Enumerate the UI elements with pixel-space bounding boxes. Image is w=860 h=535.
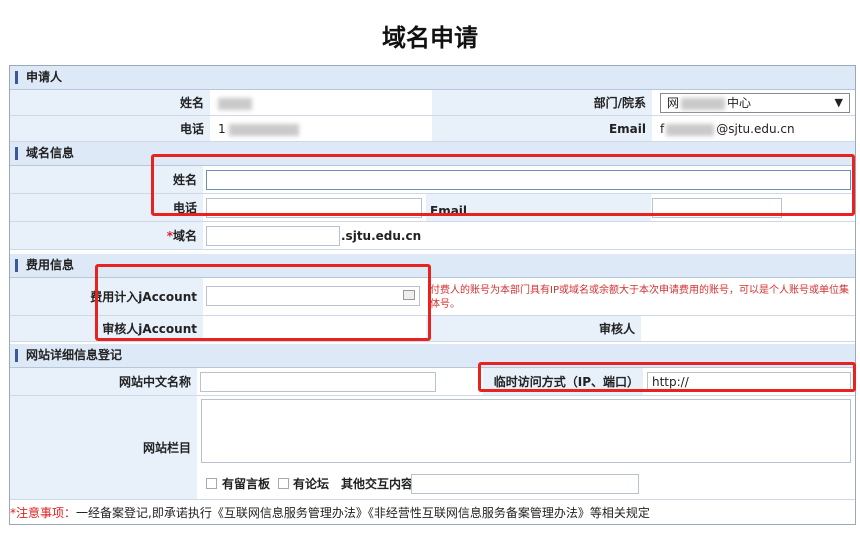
forum-label: 有论坛: [293, 477, 330, 491]
dept-select[interactable]: 网中心 ▼: [660, 93, 850, 113]
applicant-email-value: f @sjtu.edu.cn: [652, 116, 855, 142]
applicant-name-value: ż: [210, 90, 432, 116]
applicant-phone-value: 1: [210, 116, 432, 142]
section-applicant-title: 申请人: [26, 70, 63, 84]
other-interaction-input[interactable]: [411, 474, 639, 494]
highlight-box-temp-access: [478, 362, 856, 392]
footer-note: *注意事项：一经备案登记,即承诺执行《互联网信息服务管理办法》《非经营性互联网信…: [10, 506, 650, 520]
reviewer-value: [641, 316, 855, 342]
site-columns-cell: [197, 396, 855, 468]
applicant-dept-label: 部门/院系: [432, 90, 652, 116]
section-fee-title: 费用信息: [26, 258, 75, 272]
section-applicant: 申请人: [10, 66, 855, 90]
highlight-box-fee-account: [95, 264, 431, 341]
other-interaction-label: 其他交互内容: [341, 477, 414, 491]
section-site-title: 网站详细信息登记: [26, 348, 123, 362]
section-domain-title: 域名信息: [26, 146, 75, 160]
page-title: 域名申请: [382, 24, 478, 52]
domain-suffix: .sjtu.edu.cn: [341, 229, 422, 243]
site-interaction-row: 有留言板 有论坛 其他交互内容: [197, 468, 855, 500]
guestbook-checkbox[interactable]: [206, 478, 217, 489]
domain-input[interactable]: [206, 226, 340, 246]
chevron-down-icon: ▼: [834, 96, 843, 109]
highlight-box-domain-contact: [151, 154, 855, 216]
site-cn-name-label: 网站中文名称: [10, 368, 197, 396]
applicant-email-label: Email: [432, 116, 652, 142]
applicant-phone-label: 电话: [10, 116, 210, 142]
fee-note-cell: 付费人的账号为本部门具有IP或域名或余额大于本次申请费用的账号，可以是个人账号或…: [426, 278, 855, 316]
fee-note: 付费人的账号为本部门具有IP或域名或余额大于本次申请费用的账号，可以是个人账号或…: [430, 285, 849, 310]
guestbook-label: 有留言板: [222, 477, 271, 491]
applicant-name-label: 姓名: [10, 90, 210, 116]
reviewer-label: 审核人: [426, 316, 641, 342]
redacted-phone: [228, 123, 299, 136]
domain-cell: .sjtu.edu.cn: [203, 222, 855, 250]
redacted-dept: [681, 97, 726, 110]
redacted-email: [666, 123, 715, 136]
site-columns-label: 网站栏目: [10, 396, 197, 500]
site-cn-name-cell: [197, 368, 483, 396]
site-columns-textarea[interactable]: [201, 399, 851, 463]
domain-label: *域名: [10, 222, 203, 250]
applicant-dept-cell: 网中心 ▼: [652, 90, 855, 116]
site-cn-name-input[interactable]: [200, 372, 436, 392]
forum-checkbox[interactable]: [278, 478, 289, 489]
redacted-name: [218, 97, 252, 110]
